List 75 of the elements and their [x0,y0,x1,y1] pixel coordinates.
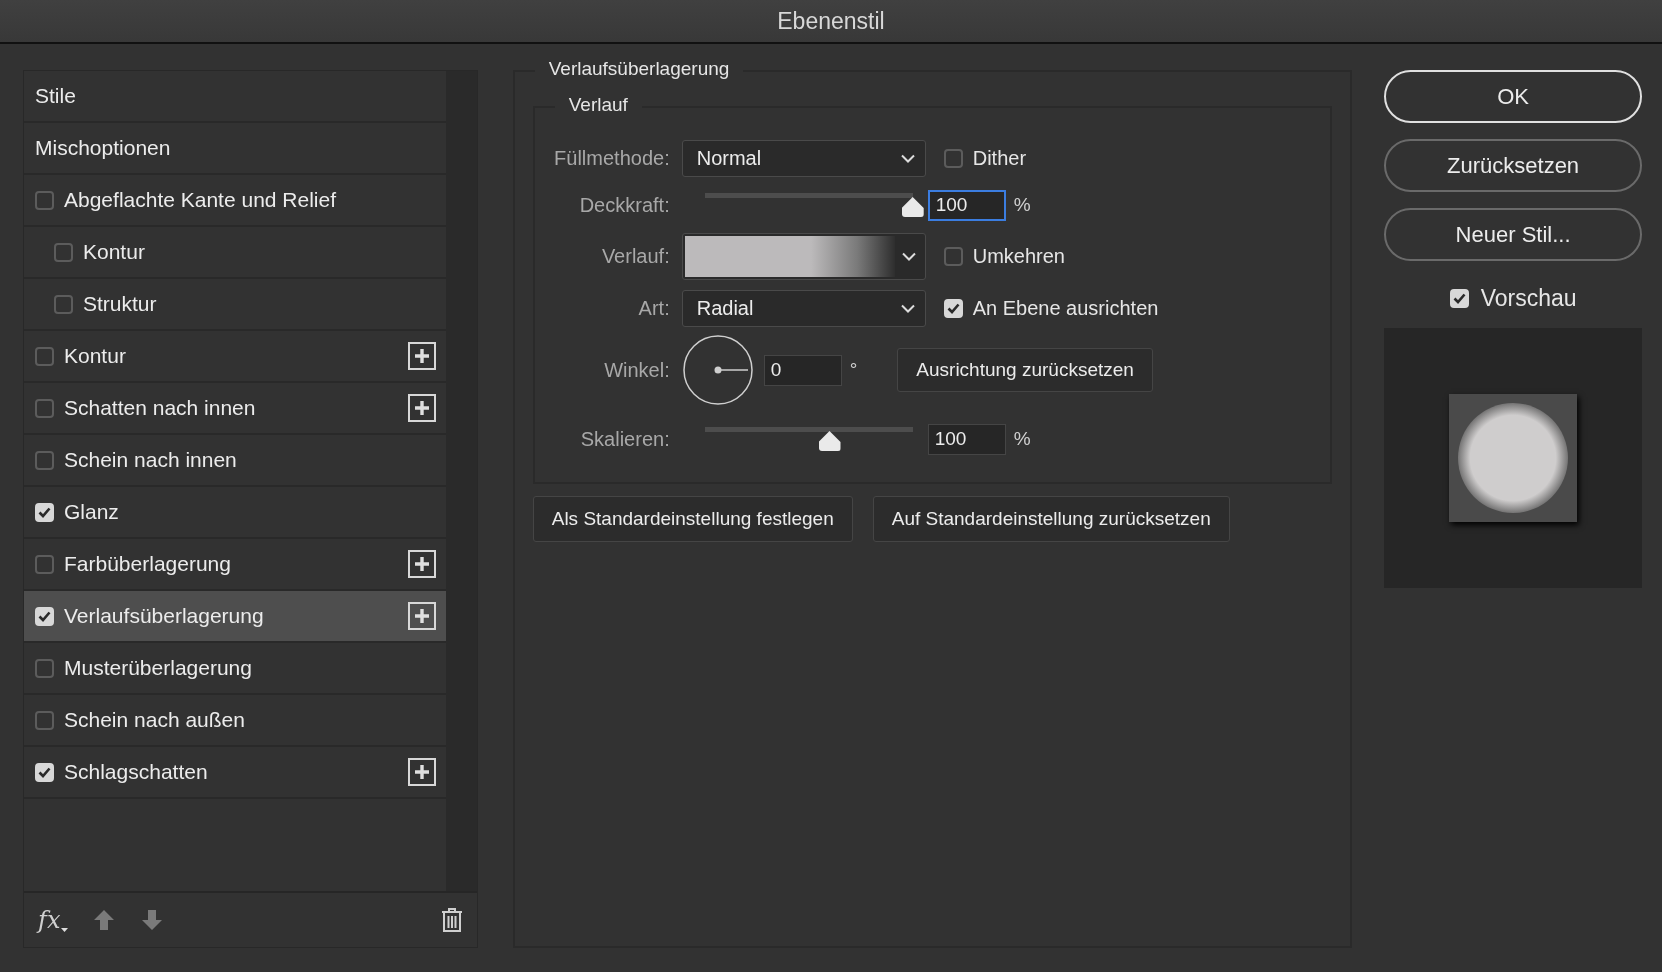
default-settings-button[interactable]: Als Standardeinstellung festlegen [532,496,853,542]
add-button[interactable] [408,550,436,578]
move-up-button[interactable] [92,908,117,932]
option-label: Umkehren [972,244,1065,268]
fx-button[interactable]: fx [38,906,69,934]
style-label: Schatten nach innen [64,396,257,420]
add-button[interactable] [408,758,436,786]
style-label: Stile [35,84,77,108]
checkbox[interactable] [35,346,54,366]
gradient-picker[interactable] [681,232,926,280]
checkbox[interactable] [943,246,963,266]
checkbox[interactable] [35,450,54,470]
number-field[interactable]: 100 [927,189,1006,221]
style-label: Schlagschatten [64,760,209,784]
style-label: Schein nach innen [64,448,238,472]
reset-alignment-button[interactable]: Ausrichtung zurücksetzen [897,348,1153,392]
checkbox[interactable] [54,294,73,314]
field-label: Skalieren: [579,427,670,451]
plus-icon [413,399,431,417]
checkbox[interactable] [943,148,963,168]
style-list-item[interactable]: Verlaufsüberlagerung [24,591,446,643]
field-label: Winkel: [603,358,670,382]
add-button[interactable] [408,342,436,370]
angle-dial[interactable] [681,334,754,406]
style-label: Farbüberlagerung [64,552,232,576]
option-label: Dither [972,146,1027,170]
field-label: Art: [637,296,670,320]
checkbox[interactable] [35,398,54,418]
caret-icon [61,928,69,932]
window-title: Ebenenstil [777,7,885,35]
plus-icon [413,763,431,781]
dialog-button[interactable]: Zurücksetzen [1384,139,1642,192]
chevron-down-icon [901,251,916,261]
style-label: Glanz [64,500,120,524]
option-checkbox[interactable]: Dither [943,146,1027,170]
unit-label: ° [849,359,858,381]
option-checkbox[interactable]: Umkehren [943,244,1065,268]
style-label: Mischoptionen [35,136,172,160]
delete-button[interactable] [440,907,463,933]
style-label: Struktur [83,292,158,316]
style-label: Musterüberlagerung [64,656,253,680]
style-label: Kontur [64,344,127,368]
checkbox[interactable] [35,554,54,574]
style-label: Abgeflachte Kante und Relief [64,188,338,212]
style-label: Schein nach außen [64,708,246,732]
preview-checkbox[interactable]: Vorschau [1384,285,1642,312]
number-field[interactable]: 0 [763,354,842,386]
add-button[interactable] [408,394,436,422]
unit-label: % [1013,194,1031,216]
field-label: Füllmethode: [553,146,670,170]
field-label: Verlauf: [600,244,670,268]
dropdown[interactable]: Normal [681,139,926,177]
default-settings-button[interactable]: Auf Standardeinstellung zurücksetzen [872,496,1230,542]
dialog-button[interactable]: OK [1384,70,1642,123]
preview-label: Vorschau [1480,285,1577,312]
plus-icon [413,607,431,625]
dialog-button[interactable]: Neuer Stil... [1384,208,1642,261]
checkbox[interactable] [54,242,73,262]
move-down-button[interactable] [140,908,165,932]
plus-icon [413,347,431,365]
slider-thumb[interactable] [901,197,924,217]
add-button[interactable] [408,602,436,630]
slider-thumb[interactable] [818,431,841,451]
checkbox[interactable] [35,190,54,210]
plus-icon [413,555,431,573]
style-label: Verlaufsüberlagerung [64,604,265,628]
checkbox[interactable] [35,710,54,730]
chevron-down-icon [900,303,915,313]
chevron-down-icon [900,153,915,163]
field-label: Deckkraft: [578,193,670,217]
checkbox[interactable] [35,658,54,678]
number-field[interactable]: 100 [927,423,1006,455]
dropdown[interactable]: Radial [681,289,926,327]
unit-label: % [1013,428,1031,450]
style-label: Kontur [83,240,146,264]
